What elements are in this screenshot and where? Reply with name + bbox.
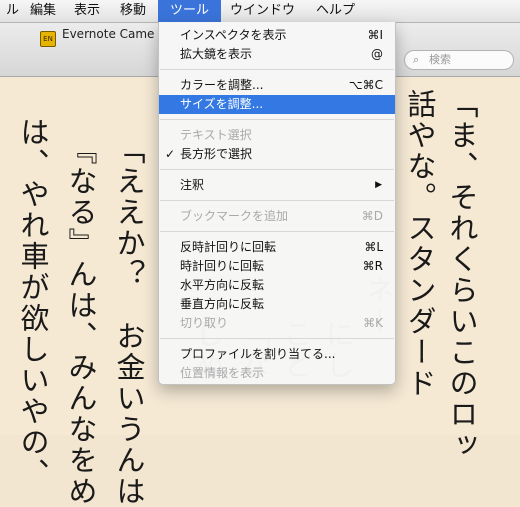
menu-separator bbox=[160, 119, 394, 120]
menu-edit[interactable]: 編集 bbox=[22, 0, 64, 22]
evernote-icon: EN bbox=[40, 31, 56, 47]
submenu-arrow-icon: ▶ bbox=[375, 180, 382, 190]
text-column: は、やれ車が欲しいやの、 bbox=[16, 117, 50, 489]
shortcut-label: ⌥⌘C bbox=[348, 78, 383, 92]
menu-separator bbox=[160, 169, 394, 170]
menu-window[interactable]: ウインドウ bbox=[222, 0, 303, 22]
magnifier-icon: ⌕ bbox=[413, 53, 420, 66]
menu-item-annotate[interactable]: 注釈 ▶ bbox=[159, 176, 395, 195]
menu-item-rectangular-selection[interactable]: ✓ 長方形で選択 bbox=[159, 145, 395, 164]
search-field[interactable]: ⌕ 検索 bbox=[404, 50, 514, 70]
search-placeholder: 検索 bbox=[429, 53, 451, 66]
shortcut-label: @ bbox=[371, 47, 383, 61]
menu-item-show-location[interactable]: 位置情報を表示 bbox=[159, 364, 395, 383]
text-column: 話やな。スタンダード bbox=[403, 89, 437, 399]
menu-item-rotate-left[interactable]: 反時計回りに回転 ⌘L bbox=[159, 238, 395, 257]
text-column: 『なる』んは、みんなをめ bbox=[64, 135, 98, 507]
menu-tools[interactable]: ツール bbox=[158, 0, 222, 22]
shortcut-label: ⌘K bbox=[363, 316, 383, 330]
menu-item-show-magnifier[interactable]: 拡大鏡を表示 @ bbox=[159, 45, 395, 64]
menu-separator bbox=[160, 338, 394, 339]
shortcut-label: ⌘L bbox=[364, 240, 383, 254]
text-column: 「ま、それくらいこのロッ bbox=[445, 89, 479, 461]
menu-item-text-selection[interactable]: テキスト選択 bbox=[159, 126, 395, 145]
menu-item-crop[interactable]: 切り取り ⌘K bbox=[159, 314, 395, 333]
menu-item-add-bookmark[interactable]: ブックマークを追加 ⌘D bbox=[159, 207, 395, 226]
menu-item-adjust-color[interactable]: カラーを調整... ⌥⌘C bbox=[159, 76, 395, 95]
menu-item-assign-profile[interactable]: プロファイルを割り当てる... bbox=[159, 345, 395, 364]
menu-item-show-inspector[interactable]: インスペクタを表示 ⌘I bbox=[159, 26, 395, 45]
tools-menu: インスペクタを表示 ⌘I 拡大鏡を表示 @ カラーを調整... ⌥⌘C サイズを… bbox=[158, 22, 396, 385]
shortcut-label: ⌘D bbox=[361, 209, 383, 223]
shortcut-label: ⌘R bbox=[362, 259, 383, 273]
shortcut-label: ⌘I bbox=[367, 28, 383, 42]
menu-item-flip-vertical[interactable]: 垂直方向に反転 bbox=[159, 295, 395, 314]
menu-separator bbox=[160, 231, 394, 232]
menu-item-adjust-size[interactable]: サイズを調整... bbox=[159, 95, 395, 114]
tab-label: Evernote Came bbox=[62, 27, 155, 41]
text-column: 「ええか？ お金いうんは bbox=[112, 135, 146, 507]
menu-go[interactable]: 移動 bbox=[112, 0, 154, 22]
checkmark-icon: ✓ bbox=[165, 147, 176, 161]
menu-item-flip-horizontal[interactable]: 水平方向に反転 bbox=[159, 276, 395, 295]
menu-view[interactable]: 表示 bbox=[66, 0, 108, 22]
menu-bar: ル 編集 表示 移動 ツール ウインドウ ヘルプ bbox=[0, 0, 520, 23]
menu-separator bbox=[160, 69, 394, 70]
menu-help[interactable]: ヘルプ bbox=[308, 0, 363, 22]
menu-item-rotate-right[interactable]: 時計回りに回転 ⌘R bbox=[159, 257, 395, 276]
menu-separator bbox=[160, 200, 394, 201]
document-tab[interactable]: EN Evernote Came bbox=[40, 25, 155, 47]
